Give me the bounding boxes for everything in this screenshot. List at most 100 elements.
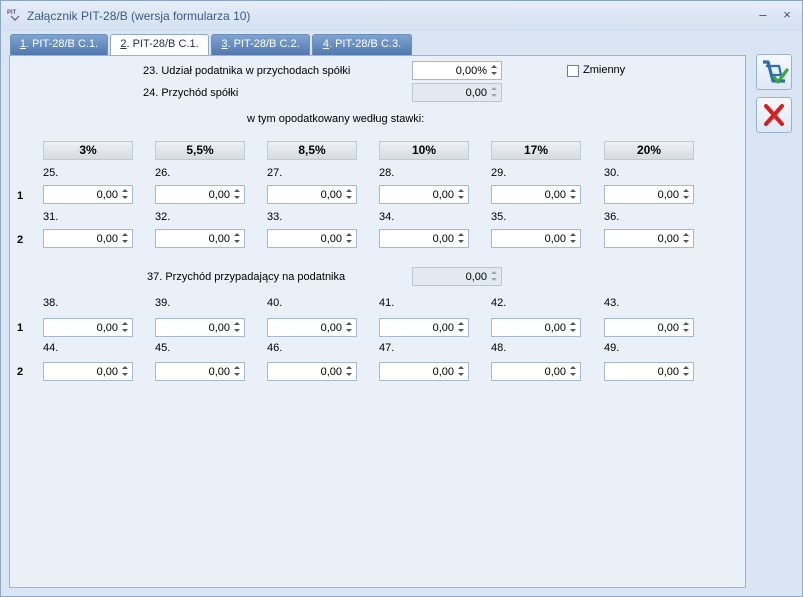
spin-arrows-icon[interactable] — [233, 364, 242, 379]
field-num: 39. — [155, 297, 171, 309]
amount-value: 0,00 — [544, 366, 566, 378]
cancel-button[interactable] — [756, 97, 792, 133]
spin-arrows-icon[interactable] — [682, 187, 691, 202]
row-label: 1 — [17, 322, 24, 334]
field-num: 44. — [43, 342, 59, 354]
amount-input[interactable]: 0,00 — [43, 318, 133, 337]
amount-input[interactable]: 0,00 — [491, 318, 581, 337]
amount-value: 0,00 — [96, 189, 118, 201]
spin-arrows-icon[interactable] — [121, 187, 130, 202]
spin-arrows-icon[interactable] — [457, 187, 466, 202]
spin-arrows-icon[interactable] — [233, 231, 242, 246]
spin-arrows-icon[interactable] — [345, 320, 354, 335]
amount-input[interactable]: 0,00 — [604, 318, 694, 337]
spin-arrows-icon[interactable] — [345, 187, 354, 202]
amount-input[interactable]: 0,00 — [379, 229, 469, 248]
amount-input[interactable]: 0,00 — [155, 318, 245, 337]
amount-input[interactable]: 0,00 — [43, 229, 133, 248]
tab-pit28b-c1-b[interactable]: 2. PIT-28/B C.1. — [110, 34, 209, 56]
amount-input[interactable]: 0,00 — [604, 362, 694, 381]
minimize-button[interactable]: – — [754, 7, 772, 23]
amount-input[interactable]: 0,00 — [267, 362, 357, 381]
amount-input[interactable]: 0,00 — [155, 229, 245, 248]
spin-arrows-icon[interactable] — [457, 320, 466, 335]
tab-pit28b-c3[interactable]: 4. PIT-28/B C.3. — [312, 34, 412, 55]
amount-input[interactable]: 0,00 — [379, 362, 469, 381]
save-button[interactable] — [756, 54, 792, 90]
field-num: 41. — [379, 297, 395, 309]
amount-value: 0,00 — [320, 233, 342, 245]
title-bar: PIT Załącznik PIT-28/B (wersja formularz… — [1, 1, 802, 31]
tab-label: . PIT-28/B C.2. — [227, 38, 300, 50]
rate-3: 3% — [43, 141, 133, 160]
tab-pit28b-c1-a[interactable]: 1. PIT-28/B C.1. — [10, 34, 108, 55]
amount-input[interactable]: 0,00 — [604, 185, 694, 204]
amount-input[interactable]: 0,00 — [604, 229, 694, 248]
svg-text:PIT: PIT — [7, 10, 17, 16]
field-num: 47. — [379, 342, 395, 354]
amount-input[interactable]: 0,00 — [491, 229, 581, 248]
amount-value: 0,00 — [432, 189, 454, 201]
amount-value: 0,00 — [657, 233, 679, 245]
spin-arrows-icon[interactable] — [345, 364, 354, 379]
amount-input[interactable]: 0,00 — [155, 362, 245, 381]
spin-arrows-icon[interactable] — [121, 231, 130, 246]
tab-pit28b-c2[interactable]: 3. PIT-28/B C.2. — [211, 34, 310, 55]
close-button[interactable]: × — [778, 7, 796, 23]
amount-input[interactable]: 0,00 — [379, 185, 469, 204]
window-title: Załącznik PIT-28/B (wersja formularza 10… — [27, 9, 251, 23]
spin-arrows-icon[interactable] — [121, 320, 130, 335]
udzial-input[interactable]: 0,00% — [412, 61, 502, 80]
opodatkowany-label: w tym opodatkowany według stawki: — [247, 113, 425, 125]
amount-input[interactable]: 0,00 — [491, 362, 581, 381]
spin-arrows-icon[interactable] — [682, 320, 691, 335]
spin-arrows-icon[interactable] — [233, 320, 242, 335]
amount-input[interactable]: 0,00 — [43, 185, 133, 204]
spin-arrows-icon[interactable] — [569, 231, 578, 246]
amount-value: 0,00 — [320, 366, 342, 378]
spin-arrows-icon[interactable] — [121, 364, 130, 379]
amount-input[interactable]: 0,00 — [267, 229, 357, 248]
field-num: 46. — [267, 342, 283, 354]
spin-arrows-icon[interactable] — [490, 63, 499, 78]
spin-arrows-icon[interactable] — [682, 231, 691, 246]
amount-value: 0,00 — [96, 233, 118, 245]
spin-arrows-icon[interactable] — [457, 231, 466, 246]
amount-value: 0,00 — [544, 322, 566, 334]
amount-value: 0,00 — [320, 322, 342, 334]
field-num: 31. — [43, 211, 59, 223]
field-num: 25. — [43, 167, 59, 179]
amount-value: 0,00 — [657, 189, 679, 201]
amount-value: 0,00 — [544, 189, 566, 201]
field-num: 30. — [604, 167, 620, 179]
field-num: 33. — [267, 211, 283, 223]
przychod-value: 0,00 — [465, 87, 487, 99]
amount-input[interactable]: 0,00 — [43, 362, 133, 381]
spin-arrows-icon[interactable] — [569, 320, 578, 335]
spin-arrows-icon[interactable] — [457, 364, 466, 379]
amount-input[interactable]: 0,00 — [491, 185, 581, 204]
amount-value: 0,00 — [208, 322, 230, 334]
amount-input[interactable]: 0,00 — [267, 318, 357, 337]
field-num: 43. — [604, 297, 620, 309]
field-num: 48. — [491, 342, 507, 354]
spin-arrows-icon[interactable] — [345, 231, 354, 246]
field-num: 49. — [604, 342, 620, 354]
przypadajacy-value: 0,00 — [465, 271, 487, 283]
amount-input[interactable]: 0,00 — [267, 185, 357, 204]
amount-input[interactable]: 0,00 — [379, 318, 469, 337]
spin-arrows-icon[interactable] — [682, 364, 691, 379]
row-label: 2 — [17, 234, 24, 246]
field-num: 28. — [379, 167, 395, 179]
udzial-value: 0,00% — [455, 65, 487, 77]
field-num: 35. — [491, 211, 507, 223]
zmienny-checkbox[interactable] — [567, 65, 579, 77]
amount-value: 0,00 — [657, 366, 679, 378]
spin-arrows-icon[interactable] — [569, 364, 578, 379]
spin-arrows-icon — [490, 85, 499, 100]
spin-arrows-icon[interactable] — [569, 187, 578, 202]
spin-arrows-icon — [490, 269, 499, 284]
amount-input[interactable]: 0,00 — [155, 185, 245, 204]
rate-5-5: 5,5% — [155, 141, 245, 160]
spin-arrows-icon[interactable] — [233, 187, 242, 202]
